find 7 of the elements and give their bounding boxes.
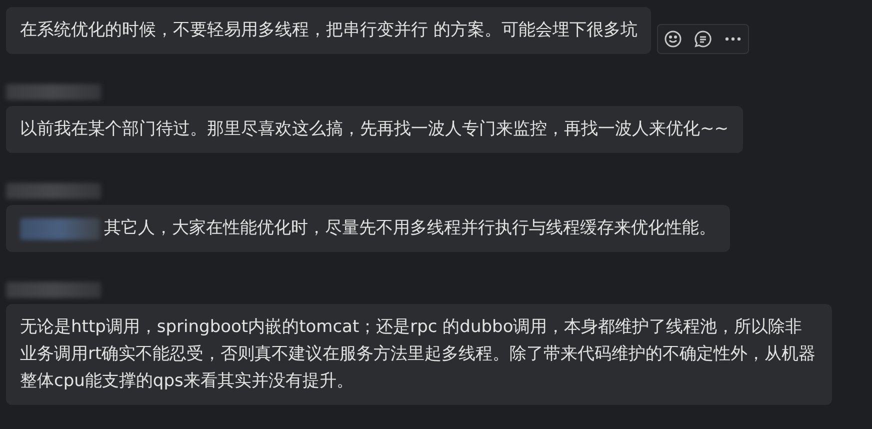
speech-bubble-icon xyxy=(694,30,712,48)
smiley-icon xyxy=(664,30,682,48)
more-icon xyxy=(725,37,742,41)
message-text: 无论是http调用，springboot内嵌的tomcat；还是rpc 的dubbo调用，本身都维护了线程池，所以除非业务调用rt确实不能忍受，否则真不建议在服务方法里起多线程。除了带来代码维护的不确定性外，从机器整体cpu能支撑的qps来看其实并没有提升。 xyxy=(20,316,817,393)
message-text: 其它人，大家在性能优化时，尽量先不用多线程并行执行与线程缓存来优化性能。 xyxy=(104,217,716,240)
message-text: 以前我在某个部门待过。那里尽喜欢这么搞，先再找一波人专门来监控，再找一波人来优化~~ xyxy=(20,118,728,141)
message-text: 在系统优化的时候，不要轻易用多线程，把串行变并行 的方案。可能会埋下很多坑 xyxy=(20,19,638,42)
